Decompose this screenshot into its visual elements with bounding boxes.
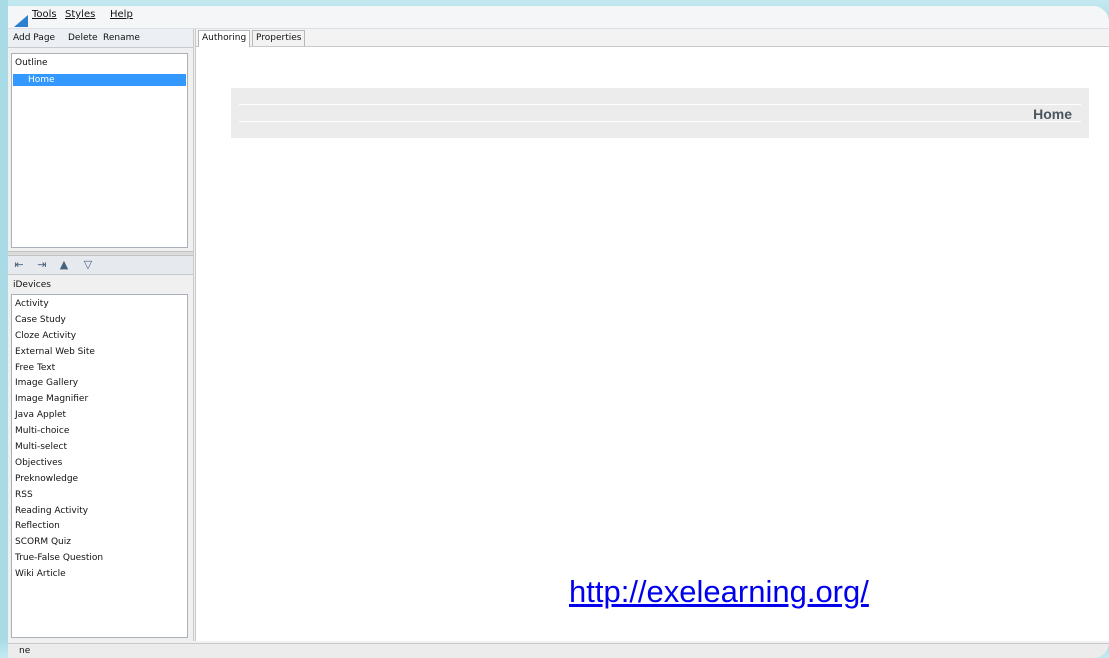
move-toolbar: ⇤ ⇥ ▲ ▽: [8, 256, 193, 275]
idevice-list-item[interactable]: True-False Question: [12, 551, 187, 567]
idevice-list-item[interactable]: External Web Site: [12, 345, 187, 361]
exe-window: Tools Styles Help Add Page Delete Rename…: [8, 6, 1109, 658]
page-header: Home: [231, 88, 1089, 138]
status-bar: ne: [8, 643, 1109, 658]
idevice-list-item[interactable]: Preknowledge: [12, 472, 187, 488]
idevice-list-item[interactable]: Reading Activity: [12, 504, 187, 520]
authoring-area: Home http://exelearning.org/: [196, 47, 1109, 641]
idevices-list-box: Activity Case Study Cloze Activity External…: [11, 294, 188, 638]
idevices-list: Activity Case Study Cloze Activity External…: [12, 295, 187, 583]
menu-tools[interactable]: Tools: [32, 9, 57, 20]
idevice-list-item[interactable]: Activity: [12, 297, 187, 313]
slide-backdrop-left: [0, 0, 8, 658]
idevice-list-item[interactable]: Image Magnifier: [12, 392, 187, 408]
idevice-list-item[interactable]: Wiki Article: [12, 567, 187, 583]
header-divider: [239, 121, 1081, 122]
right-panel: Authoring Properties Home http://exelear…: [195, 29, 1109, 641]
idevice-list-item[interactable]: SCORM Quiz: [12, 535, 187, 551]
demote-icon[interactable]: ⇥: [33, 257, 51, 273]
idevice-list-item[interactable]: Free Text: [12, 361, 187, 377]
idevice-list-item[interactable]: Java Applet: [12, 408, 187, 424]
idevices-label: iDevices: [13, 280, 51, 290]
idevice-list-item[interactable]: Cloze Activity: [12, 329, 187, 345]
app-logo-icon: [14, 15, 28, 27]
menu-styles[interactable]: Styles: [65, 9, 95, 20]
promote-icon[interactable]: ⇤: [10, 257, 28, 273]
exelearning-link[interactable]: http://exelearning.org/: [569, 574, 869, 610]
page-title: Home: [1033, 106, 1072, 122]
outline-item-label: Home: [28, 75, 55, 85]
idevice-list-item[interactable]: Objectives: [12, 456, 187, 472]
move-up-icon[interactable]: ▲: [55, 257, 73, 273]
tab-authoring[interactable]: Authoring: [198, 30, 251, 47]
outline-header: Outline: [15, 58, 48, 68]
left-panel: Add Page Delete Rename Outline Home ⇤ ⇥ …: [8, 29, 194, 641]
idevice-list-item[interactable]: Multi-choice: [12, 424, 187, 440]
idevice-list-item[interactable]: Case Study: [12, 313, 187, 329]
menu-help[interactable]: Help: [110, 9, 133, 20]
outline-item-home[interactable]: Home: [13, 74, 186, 86]
tab-properties[interactable]: Properties: [252, 30, 306, 46]
outline-toolbar: Add Page Delete Rename: [8, 29, 193, 48]
status-text: ne: [19, 646, 31, 656]
idevice-list-item[interactable]: Reflection: [12, 519, 187, 535]
add-page-button[interactable]: Add Page: [13, 33, 55, 43]
move-down-icon[interactable]: ▽: [79, 257, 97, 273]
idevice-list-item[interactable]: Image Gallery: [12, 376, 187, 392]
header-divider: [239, 104, 1081, 105]
rename-page-button[interactable]: Rename: [103, 33, 140, 43]
outline-tree: Outline Home: [11, 53, 188, 248]
menu-bar: Tools Styles Help: [8, 6, 1109, 29]
idevice-list-item[interactable]: RSS: [12, 488, 187, 504]
idevice-list-item[interactable]: Multi-select: [12, 440, 187, 456]
tab-bar: Authoring Properties: [196, 29, 1109, 47]
delete-page-button[interactable]: Delete: [68, 33, 98, 43]
